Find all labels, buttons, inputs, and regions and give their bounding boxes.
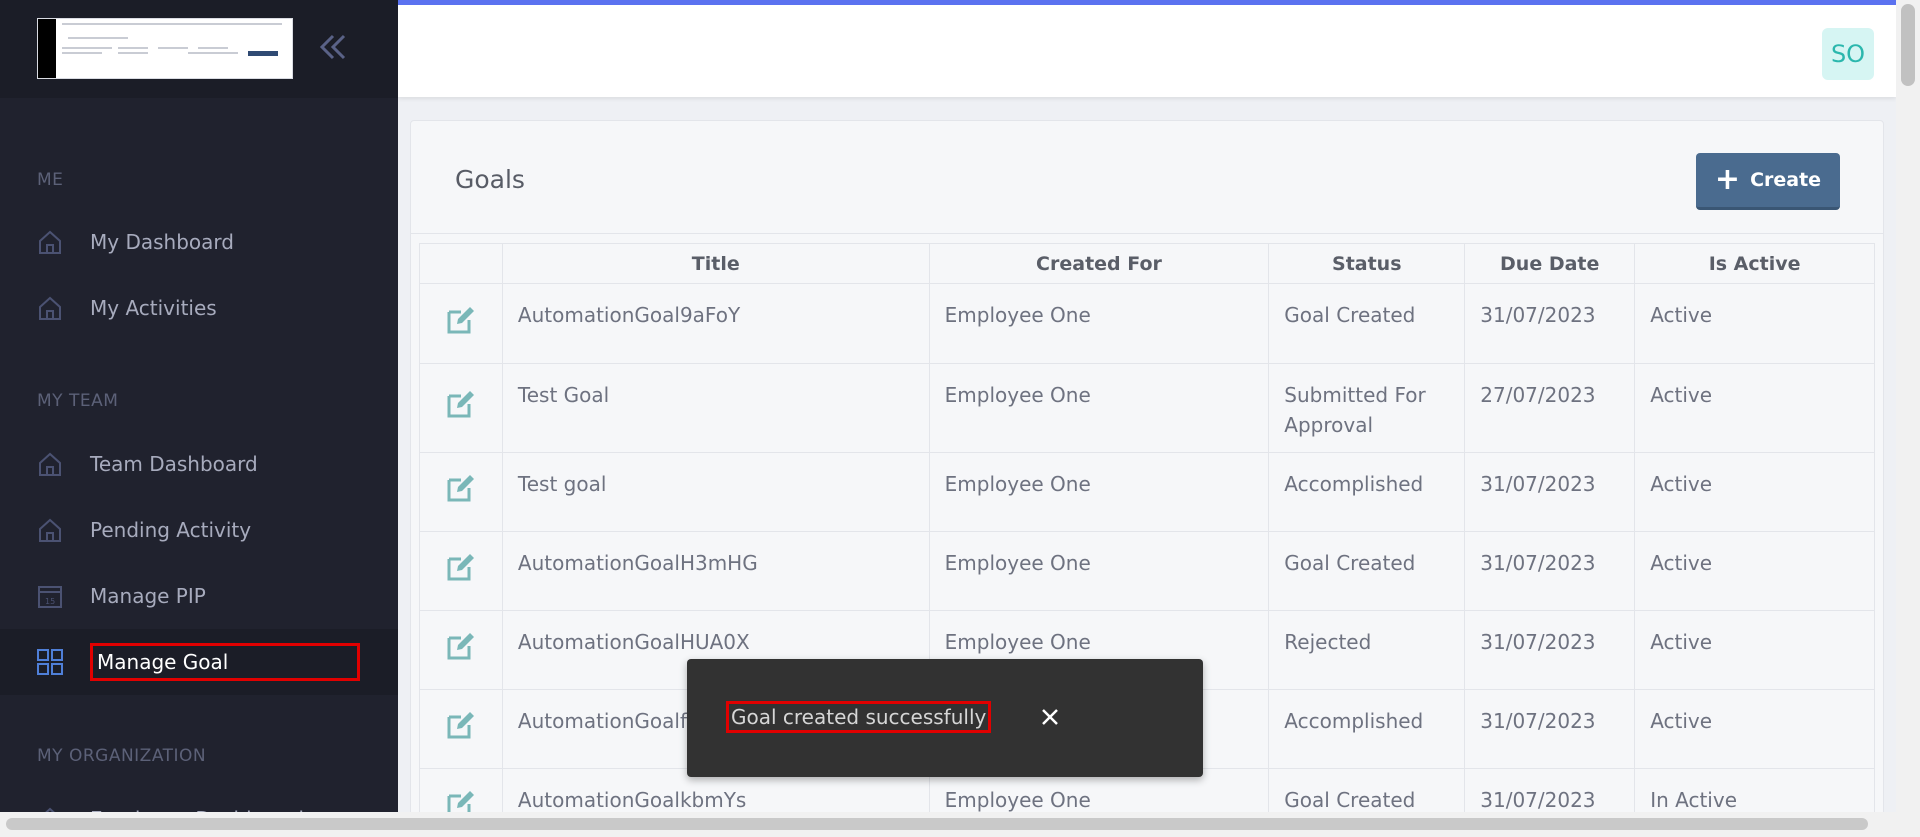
edit-icon[interactable] bbox=[445, 472, 477, 504]
calendar-icon: 15 bbox=[36, 582, 64, 610]
cell-due-date: 31/07/2023 bbox=[1464, 610, 1636, 690]
create-button-label: Create bbox=[1750, 169, 1822, 191]
cell-status: Goal Created bbox=[1268, 768, 1466, 812]
divider bbox=[411, 233, 1883, 234]
top-bar: SO bbox=[398, 0, 1896, 97]
sidebar-item-label: Manage Goal bbox=[90, 643, 360, 681]
edit-cell bbox=[419, 768, 503, 812]
sidebar: ME My Dashboard My Activities MY TEAM Te… bbox=[0, 0, 398, 837]
sidebar-item-manage-goal[interactable]: Manage Goal bbox=[0, 629, 398, 695]
create-button[interactable]: + Create bbox=[1696, 153, 1840, 210]
table-header-due-date[interactable]: Due Date bbox=[1464, 243, 1636, 284]
cell-is-active: Active bbox=[1634, 531, 1875, 611]
cell-status: Goal Created bbox=[1268, 283, 1466, 364]
sidebar-item-team-dashboard[interactable]: Team Dashboard bbox=[0, 431, 398, 497]
cell-due-date: 31/07/2023 bbox=[1464, 689, 1636, 769]
cell-due-date: 27/07/2023 bbox=[1464, 363, 1636, 453]
toast-message: Goal created successfully bbox=[726, 701, 992, 733]
table-header-edit bbox=[419, 243, 503, 284]
logo-thumbnail[interactable] bbox=[37, 18, 293, 79]
toast-notification: Goal created successfully bbox=[687, 659, 1203, 777]
home-icon bbox=[36, 294, 64, 322]
cell-title: Test Goal bbox=[501, 363, 930, 453]
table-row: Test goal Employee One Accomplished 31/0… bbox=[419, 452, 1875, 532]
cell-is-active: Active bbox=[1634, 610, 1875, 690]
table-row: AutomationGoal9aFoY Employee One Goal Cr… bbox=[419, 283, 1875, 364]
edit-icon[interactable] bbox=[445, 551, 477, 583]
edit-cell bbox=[419, 610, 503, 690]
grid-icon bbox=[36, 648, 64, 676]
double-chevron-left-icon[interactable] bbox=[316, 30, 350, 64]
cell-created-for: Employee One bbox=[928, 363, 1270, 453]
cell-status: Submitted For Approval bbox=[1268, 363, 1466, 453]
cell-title: AutomationGoalH3mHG bbox=[501, 531, 930, 611]
table-row: AutomationGoalH3mHG Employee One Goal Cr… bbox=[419, 531, 1875, 611]
plus-icon: + bbox=[1714, 162, 1741, 197]
sidebar-item-label: Manage PIP bbox=[90, 584, 206, 608]
sidebar-item-label: Team Dashboard bbox=[90, 452, 258, 476]
edit-cell bbox=[419, 531, 503, 611]
cell-created-for: Employee One bbox=[928, 452, 1270, 532]
page-title: Goals bbox=[455, 165, 525, 194]
home-icon bbox=[36, 228, 64, 256]
edit-cell bbox=[419, 689, 503, 769]
cell-is-active: Active bbox=[1634, 689, 1875, 769]
table-header-title[interactable]: Title bbox=[501, 243, 930, 284]
avatar[interactable]: SO bbox=[1822, 28, 1874, 80]
edit-cell bbox=[419, 283, 503, 364]
cell-title: Test goal bbox=[501, 452, 930, 532]
home-icon bbox=[36, 516, 64, 544]
cell-due-date: 31/07/2023 bbox=[1464, 452, 1636, 532]
section-label-me: ME bbox=[37, 170, 64, 190]
edit-icon[interactable] bbox=[445, 630, 477, 662]
cell-status: Rejected bbox=[1268, 610, 1466, 690]
table-row: Test Goal Employee One Submitted For App… bbox=[419, 363, 1875, 453]
horizontal-scrollbar[interactable] bbox=[0, 812, 1896, 837]
edit-icon[interactable] bbox=[445, 388, 477, 420]
section-label-my-team: MY TEAM bbox=[37, 391, 119, 411]
edit-icon[interactable] bbox=[445, 788, 477, 812]
vertical-scrollbar[interactable] bbox=[1896, 0, 1920, 837]
cell-created-for: Employee One bbox=[928, 283, 1270, 364]
edit-cell bbox=[419, 452, 503, 532]
sidebar-item-my-dashboard[interactable]: My Dashboard bbox=[0, 209, 398, 275]
cell-is-active: Active bbox=[1634, 283, 1875, 364]
sidebar-item-pending-activity[interactable]: Pending Activity bbox=[0, 497, 398, 563]
cell-due-date: 31/07/2023 bbox=[1464, 531, 1636, 611]
cell-is-active: Active bbox=[1634, 452, 1875, 532]
sidebar-item-label: Pending Activity bbox=[90, 518, 252, 542]
cell-due-date: 31/07/2023 bbox=[1464, 768, 1636, 812]
home-icon bbox=[36, 450, 64, 478]
cell-status: Accomplished bbox=[1268, 452, 1466, 532]
sidebar-item-label: My Dashboard bbox=[90, 230, 234, 254]
svg-text:15: 15 bbox=[45, 597, 55, 606]
cell-status: Goal Created bbox=[1268, 531, 1466, 611]
sidebar-item-manage-pip[interactable]: 15 Manage PIP bbox=[0, 563, 398, 629]
sidebar-item-my-activities[interactable]: My Activities bbox=[0, 275, 398, 341]
edit-icon[interactable] bbox=[445, 304, 477, 336]
close-icon[interactable] bbox=[1032, 699, 1068, 735]
cell-is-active: Active bbox=[1634, 363, 1875, 453]
sidebar-item-label: My Activities bbox=[90, 296, 217, 320]
cell-status: Accomplished bbox=[1268, 689, 1466, 769]
cell-title: AutomationGoal9aFoY bbox=[501, 283, 930, 364]
vertical-scroll-thumb[interactable] bbox=[1901, 4, 1915, 86]
cell-is-active: In Active bbox=[1634, 768, 1875, 812]
table-header-created-for[interactable]: Created For bbox=[928, 243, 1270, 284]
section-label-my-organization: MY ORGANIZATION bbox=[37, 746, 207, 766]
table-header-is-active[interactable]: Is Active bbox=[1634, 243, 1875, 284]
sidebar-header bbox=[0, 0, 398, 98]
table-header-row: Title Created For Status Due Date Is Act… bbox=[419, 243, 1875, 284]
cell-created-for: Employee One bbox=[928, 531, 1270, 611]
cell-due-date: 31/07/2023 bbox=[1464, 283, 1636, 364]
horizontal-scroll-thumb[interactable] bbox=[6, 818, 1868, 830]
table-header-status[interactable]: Status bbox=[1268, 243, 1466, 284]
edit-icon[interactable] bbox=[445, 709, 477, 741]
edit-cell bbox=[419, 363, 503, 453]
